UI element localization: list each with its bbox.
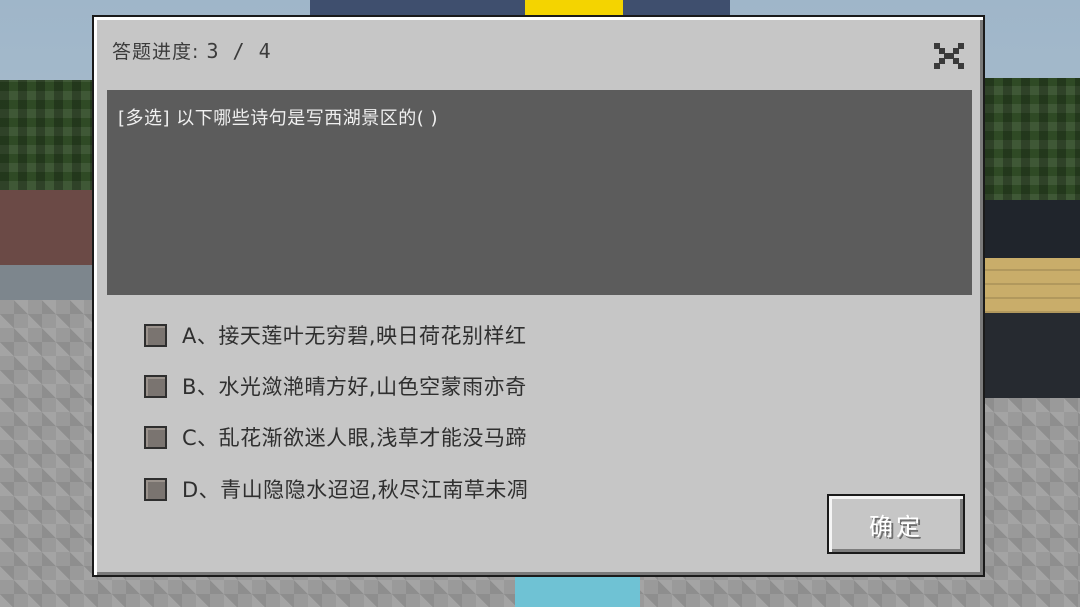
confirm-label: 确定 [869,512,923,541]
player-hand [515,575,640,607]
question-panel: [多选] 以下哪些诗句是写西湖景区的( ) [107,90,972,295]
progress-label: 答题进度: [112,41,200,63]
option-b[interactable]: B、水光潋滟晴方好,山色空蒙雨亦奇 [144,371,527,401]
yellow-block-top [525,0,623,16]
checkbox-d[interactable] [144,477,167,501]
close-icon[interactable] [932,39,966,73]
leaf-blocks-left [0,80,95,190]
option-c-label: C、乱花渐欲迷人眼,浅草才能没马蹄 [182,426,527,450]
confirm-button[interactable]: 确定 [827,494,965,554]
option-a[interactable]: A、接天莲叶无穷碧,映日荷花别样红 [144,320,527,350]
quiz-dialog: 答题进度: 3 / 4 [多选] 以下哪些诗句是写西湖景区的( ) A、接天莲叶… [92,15,985,577]
option-d[interactable]: D、青山隐隐水迢迢,秋尽江南草未凋 [144,474,528,504]
option-d-label: D、青山隐隐水迢迢,秋尽江南草未凋 [182,478,529,502]
option-c[interactable]: C、乱花渐欲迷人眼,浅草才能没马蹄 [144,422,527,452]
roof-blocks-top [310,0,730,16]
brick-wall-left [0,190,95,265]
quiz-progress: 答题进度: 3 / 4 [112,37,272,64]
progress-value: 3 / 4 [206,39,272,63]
dark-block-right-lower [985,313,1080,398]
stone-wall-left [0,265,95,300]
question-text: [多选] 以下哪些诗句是写西湖景区的( ) [118,108,439,129]
plank-block-right [985,258,1080,313]
option-a-label: A、接天莲叶无穷碧,映日荷花别样红 [182,324,527,348]
dark-block-right [985,200,1080,258]
checkbox-a[interactable] [144,323,167,347]
leaf-blocks-right [985,78,1080,203]
checkbox-b[interactable] [144,374,167,398]
checkbox-c[interactable] [144,425,167,449]
option-b-label: B、水光潋滟晴方好,山色空蒙雨亦奇 [182,375,527,399]
